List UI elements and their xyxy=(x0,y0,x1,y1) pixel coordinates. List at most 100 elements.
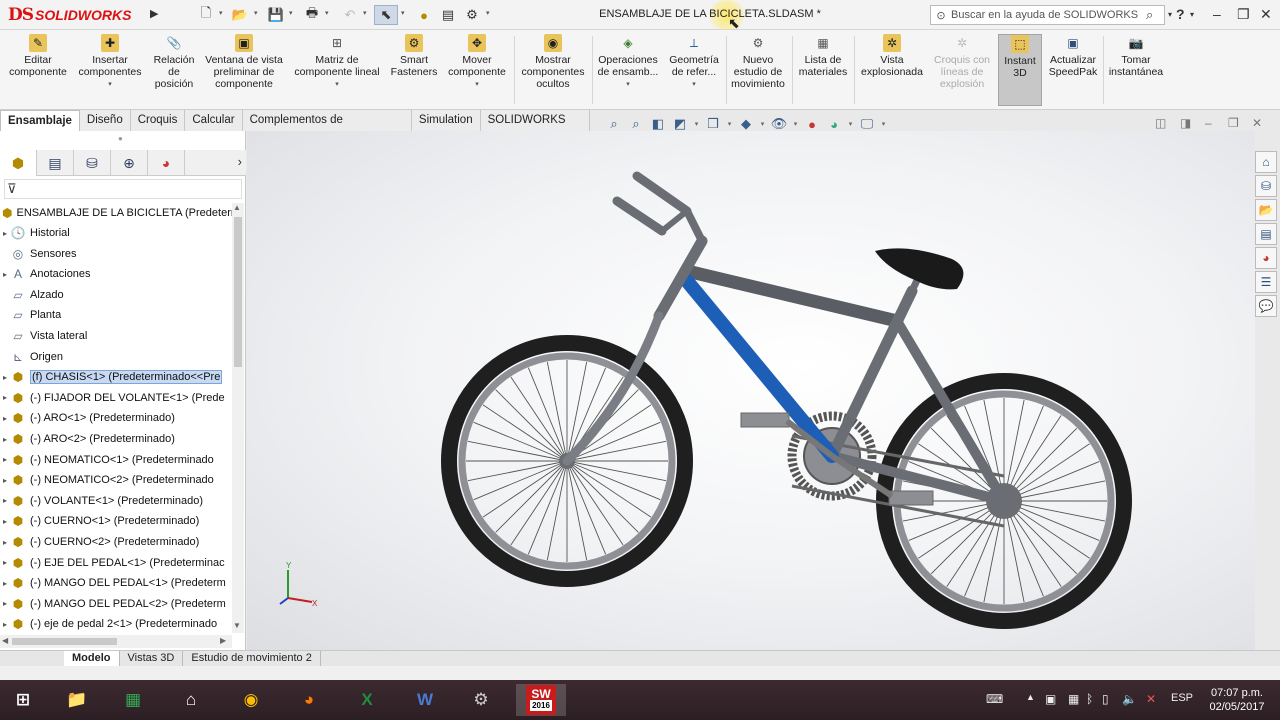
tab-vistas-3d[interactable]: Vistas 3D xyxy=(120,651,184,666)
tree-item[interactable]: ▸ A Anotaciones xyxy=(0,264,232,284)
expand-arrow-icon[interactable]: ▸ xyxy=(0,373,10,382)
exploded-view-button[interactable]: ✲ Vista explosionada xyxy=(856,34,928,106)
tree-item[interactable]: ▱ Vista lateral xyxy=(0,326,232,346)
solidworks-taskbar-icon[interactable]: SW 2016 xyxy=(516,684,566,716)
options-dropdown-icon[interactable]: ▾ xyxy=(486,9,490,17)
help-search-box[interactable]: ⊙ Buscar en la ayuda de SOLIDWORKS ⌕ xyxy=(930,5,1165,25)
handlebar[interactable] xyxy=(612,171,706,245)
new-file-icon[interactable]: 🗋 xyxy=(194,5,218,25)
help-dropdown-icon[interactable]: ▾ xyxy=(1190,10,1194,19)
tree-item[interactable]: ▸ ⬢ (-) eje de pedal 2<1> (Predeterminado xyxy=(0,614,232,633)
tree-item[interactable]: ▸ ⬢ (-) CUERNO<2> (Predeterminado) xyxy=(0,532,232,552)
tab-simulation[interactable]: Simulation xyxy=(411,110,481,131)
tab-diseno[interactable]: Diseño xyxy=(79,110,131,131)
solidworks-logo[interactable]: DS SOLIDWORKS xyxy=(8,4,131,26)
language-indicator[interactable]: ESP xyxy=(1171,692,1193,704)
chevron-right-icon[interactable]: › xyxy=(238,154,242,169)
open-file-icon[interactable]: 📂 xyxy=(228,5,252,25)
search-icon[interactable]: ⌕ xyxy=(1146,7,1164,23)
chevron-down-icon[interactable]: ▾ xyxy=(847,120,854,128)
tree-item[interactable]: ▸ ⬢ (f) CHASIS<1> (Predeterminado<<Pre xyxy=(0,367,232,387)
expand-arrow-icon[interactable]: ▸ xyxy=(0,517,10,526)
display-manager-icon[interactable]: ◕ xyxy=(148,150,185,176)
expand-arrow-icon[interactable]: ▸ xyxy=(0,455,10,464)
tree-item[interactable]: ▱ Alzado xyxy=(0,285,232,305)
expand-arrow-icon[interactable]: ▸ xyxy=(0,229,10,238)
show-hidden-button[interactable]: ◉ Mostrar componentes ocultos xyxy=(516,34,590,106)
expand-arrow-icon[interactable]: ▸ xyxy=(0,270,10,279)
tree-item[interactable]: ▸ ⬢ (-) NEOMATICO<1> (Predeterminado xyxy=(0,450,232,470)
tree-item[interactable]: ▸ ⬢ (-) MANGO DEL PEDAL<2> (Predeterm xyxy=(0,594,232,614)
chevron-down-icon[interactable]: ▾ xyxy=(335,79,339,91)
firefox-icon[interactable]: ◕ xyxy=(292,684,326,716)
reference-geometry-button[interactable]: ⟂ Geometría de refer... ▾ xyxy=(664,34,724,106)
print-dropdown-icon[interactable]: ▾ xyxy=(325,9,329,17)
tree-item[interactable]: ▸ ⬢ (-) ARO<1> (Predeterminado) xyxy=(0,408,232,428)
tree-horizontal-scrollbar[interactable]: ◀ ▶ xyxy=(0,635,232,648)
tree-item[interactable]: ▸ ⬢ (-) VOLANTE<1> (Predeterminado) xyxy=(0,491,232,511)
expand-arrow-icon[interactable]: ▸ xyxy=(0,393,10,402)
tree-root[interactable]: ⬢ ENSAMBLAJE DE LA BICICLETA (Predetern xyxy=(0,203,232,223)
tab-ensamblaje[interactable]: Ensamblaje xyxy=(0,110,80,131)
keyboard-icon[interactable]: ⌨ xyxy=(986,692,1003,706)
scroll-right-icon[interactable]: ▶ xyxy=(220,636,226,645)
tree-item[interactable]: ▸ 🕓 Historial xyxy=(0,223,232,243)
open-dropdown-icon[interactable]: ▾ xyxy=(254,9,258,17)
file-explorer-icon[interactable]: 📂 xyxy=(1255,199,1277,221)
linear-pattern-button[interactable]: ⊞ Matriz de componente lineal ▾ xyxy=(290,34,384,106)
expand-arrow-icon[interactable]: ▸ xyxy=(0,599,10,608)
app-tray-icon[interactable]: ▦ xyxy=(1068,692,1079,706)
system-clock[interactable]: 07:07 p.m. 02/05/2017 xyxy=(1202,686,1272,714)
search-input[interactable]: Buscar en la ayuda de SOLIDWORKS xyxy=(951,9,1146,21)
volume-icon[interactable]: 🔈 xyxy=(1122,692,1137,706)
word-icon[interactable]: W xyxy=(408,684,442,716)
battery-icon[interactable]: ▯ xyxy=(1102,692,1109,706)
chevron-down-icon[interactable]: ▾ xyxy=(880,120,887,128)
new-motion-study-button[interactable]: ⚙ Nuevo estudio de movimiento xyxy=(726,34,790,106)
tab-modelo[interactable]: Modelo xyxy=(64,651,120,666)
display-style-icon[interactable]: ◆ xyxy=(737,116,755,132)
zoom-to-area-icon[interactable]: ⌕ xyxy=(627,116,645,132)
excel-icon[interactable]: X xyxy=(350,684,384,716)
view-palette-icon[interactable]: ▤ xyxy=(1255,223,1277,245)
minimize-icon[interactable]: – xyxy=(1213,6,1221,22)
tree-vertical-scrollbar[interactable]: ▲ ▼ xyxy=(232,203,244,633)
expand-arrow-icon[interactable]: ▸ xyxy=(0,496,10,505)
tree-item[interactable]: ▸ ⬢ (-) NEOMATICO<2> (Predeterminado xyxy=(0,470,232,490)
tab-motion-study[interactable]: Estudio de movimiento 2 xyxy=(183,651,321,666)
appearances-icon[interactable]: ◕ xyxy=(1255,247,1277,269)
expand-arrow-icon[interactable]: ▸ xyxy=(0,435,10,444)
app-taskbar-icon[interactable]: ⚙ xyxy=(464,684,498,716)
new-dropdown-icon[interactable]: ▾ xyxy=(219,9,223,17)
smart-fasteners-button[interactable]: ⚙ Smart Fasteners xyxy=(388,34,440,106)
chevron-down-icon[interactable]: ▾ xyxy=(692,79,696,91)
expand-arrow-icon[interactable]: ▸ xyxy=(0,538,10,547)
rebuild-icon[interactable]: ● xyxy=(412,5,436,25)
tray-expand-icon[interactable]: ▲ xyxy=(1026,692,1035,702)
chrome-icon[interactable]: ◉ xyxy=(234,684,268,716)
insert-components-button[interactable]: ✚ Insertar componentes ▾ xyxy=(74,34,146,106)
tree-item[interactable]: ▸ ⬢ (-) ARO<2> (Predeterminado) xyxy=(0,429,232,449)
forum-icon[interactable]: 💬 xyxy=(1255,295,1277,317)
bicycle-model[interactable] xyxy=(247,131,1255,650)
chevron-down-icon[interactable]: ▾ xyxy=(759,120,766,128)
file-properties-icon[interactable]: ▤ xyxy=(436,5,460,25)
scrollbar-thumb[interactable] xyxy=(12,638,117,645)
help-icon[interactable]: ? xyxy=(1176,6,1185,22)
tree-item[interactable]: ▸ ⬢ (-) EJE DEL PEDAL<1> (Predeterminac xyxy=(0,553,232,573)
cascade-window-icon[interactable]: ◨ xyxy=(1180,116,1191,130)
scroll-up-icon[interactable]: ▲ xyxy=(233,203,241,212)
previous-view-icon[interactable]: ◧ xyxy=(649,116,667,132)
apply-scene-icon[interactable]: ◕ xyxy=(825,117,843,132)
home-icon[interactable]: ⌂ xyxy=(1255,151,1277,173)
take-snapshot-button[interactable]: 📷 Tomar instantánea xyxy=(1104,34,1168,106)
tree-item[interactable]: ⊾ Origen xyxy=(0,347,232,367)
tab-croquis[interactable]: Croquis xyxy=(130,110,186,131)
bluetooth-icon[interactable]: ᛒ xyxy=(1086,692,1093,706)
menu-expand-icon[interactable]: ▶ xyxy=(150,7,158,20)
network-icon[interactable]: ✕ xyxy=(1146,692,1156,706)
tree-item[interactable]: ▸ ⬢ (-) MANGO DEL PEDAL<1> (Predeterm xyxy=(0,573,232,593)
dimxpert-manager-icon[interactable]: ⊕ xyxy=(111,150,148,176)
panel-grip-icon[interactable]: ● xyxy=(118,134,123,143)
restore-icon[interactable]: ❐ xyxy=(1237,6,1250,23)
